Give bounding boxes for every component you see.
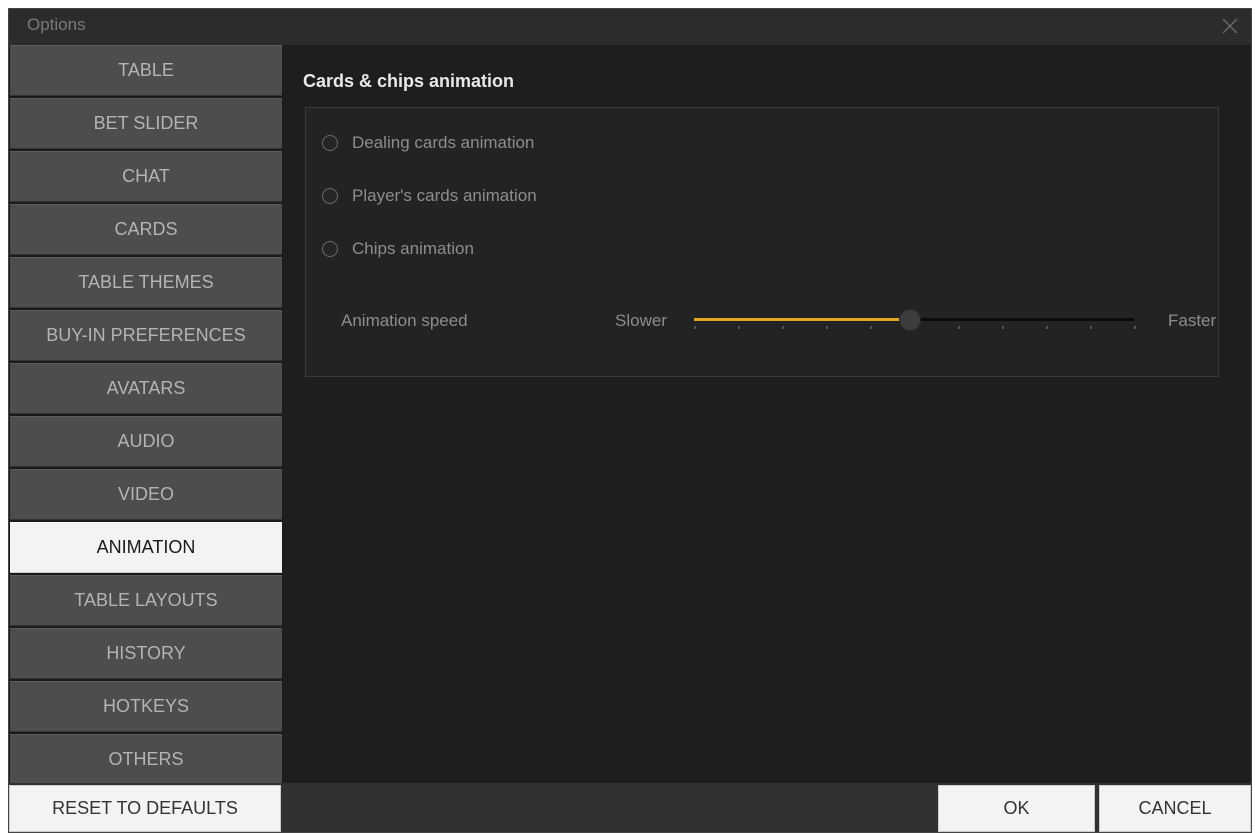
animation-speed-label: Animation speed [341, 311, 468, 330]
radio-button[interactable] [322, 241, 338, 257]
slider-tick [1134, 326, 1136, 329]
slider-tick [782, 326, 784, 329]
slider-tick [1090, 326, 1092, 329]
sidebar-item-label: CHAT [122, 166, 170, 186]
slider-tick [1046, 326, 1048, 329]
sidebar-item-video[interactable]: VIDEO [10, 469, 282, 520]
option-label: Dealing cards animation [352, 133, 535, 152]
dialog-footer: RESET TO DEFAULTS OK CANCEL [9, 783, 1251, 832]
animation-options-group: Dealing cards animation Player's cards a… [305, 107, 1219, 377]
window-title: Options [27, 15, 86, 34]
sidebar-item-label: VIDEO [117, 484, 174, 504]
sidebar-item-buy-in-preferences[interactable]: BUY-IN PREFERENCES [10, 310, 282, 361]
slider-tick [870, 326, 872, 329]
sidebar-item-others[interactable]: OTHERS [10, 734, 282, 785]
sidebar-item-bet-slider[interactable]: BET SLIDER [10, 98, 282, 149]
sidebar-item-label: BET SLIDER [93, 113, 199, 133]
section-title: Cards & chips animation [303, 71, 515, 91]
sidebar-item-table-themes[interactable]: TABLE THEMES [10, 257, 282, 308]
chips-animation-option[interactable]: Chips animation [322, 236, 474, 262]
sidebar-item-avatars[interactable]: AVATARS [10, 363, 282, 414]
sidebar-item-label: AUDIO [117, 431, 175, 451]
close-icon[interactable] [1219, 15, 1241, 37]
sidebar-item-label: TABLE [118, 60, 174, 80]
options-sidebar: TABLE BET SLIDER CHAT CARDS TABLE THEMES… [9, 45, 283, 785]
animation-settings-panel: Cards & chips animation Dealing cards an… [285, 45, 1251, 783]
sidebar-item-table-layouts[interactable]: TABLE LAYOUTS [10, 575, 282, 626]
sidebar-item-hotkeys[interactable]: HOTKEYS [10, 681, 282, 732]
animation-speed-slider[interactable] [694, 308, 1136, 336]
radio-button[interactable] [322, 188, 338, 204]
option-label: Player's cards animation [352, 186, 537, 205]
sidebar-item-label: OTHERS [108, 749, 184, 769]
sidebar-item-cards[interactable]: CARDS [10, 204, 282, 255]
sidebar-item-label: AVATARS [106, 378, 186, 398]
cancel-button[interactable]: CANCEL [1099, 785, 1251, 832]
slider-tick [738, 326, 740, 329]
title-bar: Options [9, 9, 1251, 46]
sidebar-item-audio[interactable]: AUDIO [10, 416, 282, 467]
sidebar-item-label: HISTORY [106, 643, 186, 663]
sidebar-item-chat[interactable]: CHAT [10, 151, 282, 202]
radio-button[interactable] [322, 135, 338, 151]
sidebar-item-history[interactable]: HISTORY [10, 628, 282, 679]
sidebar-item-table[interactable]: TABLE [10, 45, 282, 96]
options-dialog: Options TABLE BET SLIDER CHAT CARDS TABL… [8, 8, 1252, 833]
slider-fill [694, 318, 910, 321]
sidebar-item-label: ANIMATION [96, 537, 196, 557]
sidebar-item-label: CARDS [114, 219, 178, 239]
dealing-cards-animation-option[interactable]: Dealing cards animation [322, 130, 534, 156]
slider-tick [1002, 326, 1004, 329]
faster-label: Faster [1168, 311, 1217, 330]
ok-button[interactable]: OK [938, 785, 1095, 832]
slider-tick [826, 326, 828, 329]
sidebar-item-label: BUY-IN PREFERENCES [46, 325, 246, 345]
sidebar-item-label: TABLE THEMES [78, 272, 214, 292]
sidebar-item-animation[interactable]: ANIMATION [10, 522, 282, 573]
sidebar-item-label: HOTKEYS [102, 696, 190, 716]
slider-thumb[interactable] [898, 309, 921, 331]
slower-label: Slower [615, 311, 667, 330]
players-cards-animation-option[interactable]: Player's cards animation [322, 183, 537, 209]
slider-tick [694, 326, 696, 329]
sidebar-item-label: TABLE LAYOUTS [74, 590, 218, 610]
slider-tick [958, 326, 960, 329]
reset-to-defaults-button[interactable]: RESET TO DEFAULTS [9, 785, 281, 832]
option-label: Chips animation [352, 239, 474, 258]
